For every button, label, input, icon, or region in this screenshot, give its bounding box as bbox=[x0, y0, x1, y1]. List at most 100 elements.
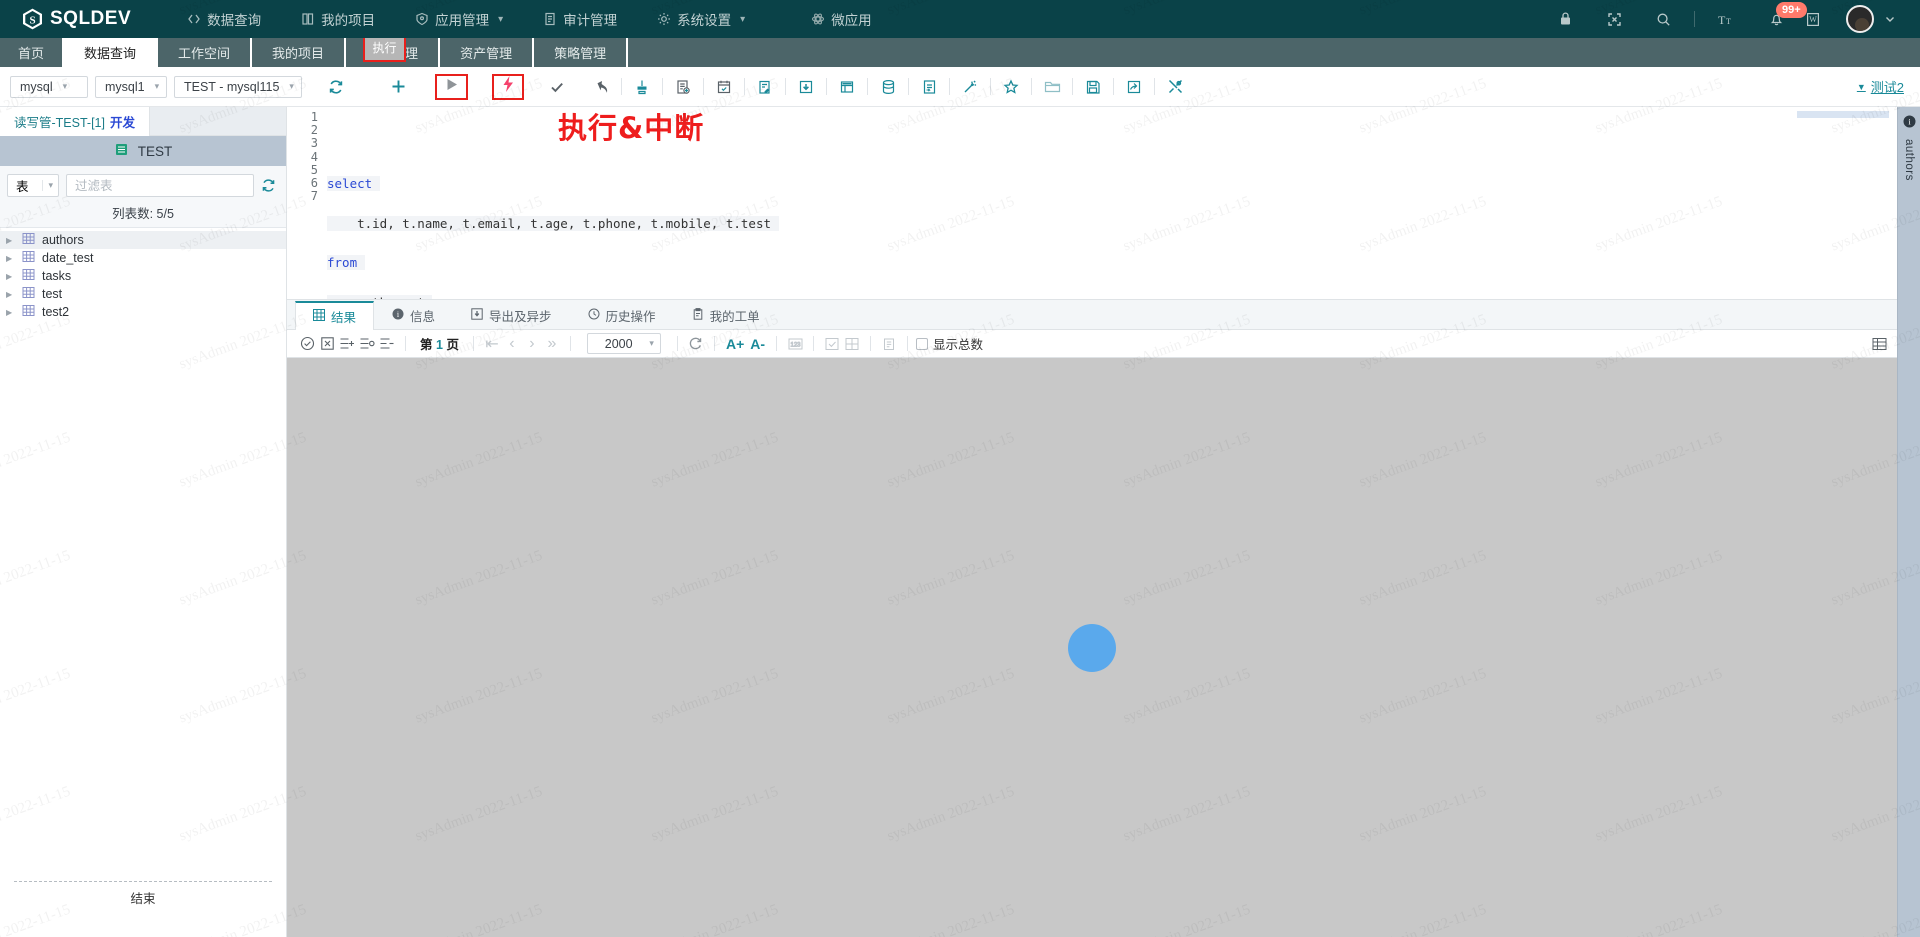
table-label: test2 bbox=[42, 305, 70, 319]
instance-select[interactable]: mysql1 ▾ bbox=[95, 75, 167, 98]
table-node-test[interactable]: ▶ test bbox=[0, 285, 286, 303]
tools-icon[interactable] bbox=[1162, 74, 1188, 100]
number-icon[interactable]: 123 bbox=[785, 334, 805, 354]
run-button[interactable] bbox=[435, 73, 468, 100]
stop-button[interactable] bbox=[492, 73, 524, 100]
font-size-icon[interactable]: T T bbox=[1701, 12, 1752, 27]
chevron-right-icon[interactable]: ▶ bbox=[6, 254, 15, 263]
save-icon[interactable] bbox=[1080, 74, 1106, 100]
topnav-item-data-query[interactable]: 数据查询 bbox=[167, 0, 281, 38]
first-page-icon[interactable]: ⇤ bbox=[482, 334, 502, 354]
result-tab-history[interactable]: 历史操作 bbox=[569, 300, 674, 329]
database-select[interactable]: TEST - mysql115 ▾ bbox=[174, 75, 302, 98]
topnav-item-system-settings[interactable]: 系统设置 ▾ bbox=[637, 0, 765, 38]
topnav-item-micro-app[interactable]: 微应用 bbox=[791, 0, 892, 38]
code-line-text: select bbox=[327, 176, 373, 191]
app-logo[interactable]: S SQLDEV bbox=[0, 8, 149, 30]
script-icon[interactable] bbox=[916, 74, 942, 100]
sql-editor[interactable]: 1 2 3 4 5 6 7 select t.id, t.name, t.ema… bbox=[287, 107, 1897, 300]
font-decrease-button[interactable]: A- bbox=[747, 336, 768, 352]
refresh-icon[interactable] bbox=[686, 334, 706, 354]
topnav-item-audit-management[interactable]: 审计管理 bbox=[523, 0, 637, 38]
download-icon[interactable] bbox=[793, 74, 819, 100]
prev-page-icon[interactable]: ‹ bbox=[502, 334, 522, 354]
last-page-icon[interactable]: » bbox=[542, 334, 562, 354]
topnav-item-app-management[interactable]: 应用管理 ▾ bbox=[395, 0, 523, 38]
bell-icon[interactable]: 99+ bbox=[1752, 2, 1807, 27]
result-tab-export-async[interactable]: 导出及异步 bbox=[453, 300, 570, 329]
plan-icon[interactable] bbox=[711, 74, 737, 100]
doc-icon[interactable]: W bbox=[1801, 11, 1838, 28]
result-tab-my-tickets[interactable]: 我的工单 bbox=[673, 300, 778, 329]
page-tab-my-projects[interactable]: 我的项目 bbox=[252, 38, 347, 67]
divider bbox=[867, 78, 868, 95]
result-tab-results[interactable]: 结果 bbox=[295, 301, 375, 330]
grid-icon bbox=[313, 309, 325, 324]
info-icon[interactable]: i bbox=[1903, 115, 1916, 133]
divider bbox=[676, 336, 678, 351]
page-tab-asset-management[interactable]: 资产管理 bbox=[440, 38, 535, 67]
result-tab-info[interactable]: i 信息 bbox=[374, 300, 454, 329]
refresh-icon[interactable] bbox=[323, 74, 349, 100]
grid-view-icon[interactable] bbox=[1872, 337, 1887, 351]
page-tab-home[interactable]: 首页 bbox=[0, 38, 64, 67]
select-icon[interactable] bbox=[822, 334, 842, 354]
delete-row-icon[interactable] bbox=[377, 334, 397, 354]
datasource-select[interactable]: mysql ▾ bbox=[10, 75, 88, 98]
table-node-authors[interactable]: ▶ authors bbox=[0, 231, 286, 249]
avatar[interactable] bbox=[1846, 5, 1874, 33]
font-increase-button[interactable]: A+ bbox=[723, 336, 747, 352]
magic-icon[interactable] bbox=[957, 74, 983, 100]
page-tab-policy-management[interactable]: 策略管理 bbox=[534, 38, 629, 67]
connection-tab[interactable]: 读写管-TEST-[1] 开发 bbox=[0, 107, 150, 136]
db-export-icon[interactable] bbox=[834, 74, 860, 100]
chevron-right-icon[interactable]: ▶ bbox=[6, 272, 15, 281]
topnav-item-my-projects[interactable]: 我的项目 bbox=[281, 0, 395, 38]
chevron-right-icon[interactable]: ▶ bbox=[6, 236, 15, 245]
show-total-checkbox[interactable]: 显示总数 bbox=[916, 334, 983, 353]
lock-icon[interactable] bbox=[1541, 11, 1590, 27]
page-size-select[interactable]: 2000 ▾ bbox=[586, 333, 661, 354]
plus-icon[interactable] bbox=[385, 74, 411, 100]
refresh-icon[interactable] bbox=[261, 178, 279, 193]
table-filter-input[interactable] bbox=[66, 174, 254, 197]
page-tab-data-query[interactable]: 数据查询 bbox=[64, 38, 159, 67]
folder-icon[interactable] bbox=[1039, 74, 1065, 100]
editor-minimap[interactable] bbox=[1797, 111, 1889, 118]
copy-row-icon[interactable] bbox=[357, 334, 377, 354]
template-icon[interactable] bbox=[752, 74, 778, 100]
commit-icon[interactable] bbox=[297, 334, 317, 354]
app-brand-name: SQLDEV bbox=[50, 8, 132, 29]
next-page-icon[interactable]: › bbox=[522, 334, 542, 354]
table-node-test2[interactable]: ▶ test2 bbox=[0, 303, 286, 321]
rollback-icon[interactable] bbox=[317, 334, 337, 354]
star-icon[interactable] bbox=[998, 74, 1024, 100]
table-label: date_test bbox=[42, 251, 94, 265]
chevron-right-icon[interactable]: ▶ bbox=[6, 290, 15, 299]
right-rail-label[interactable]: authors bbox=[1903, 139, 1915, 181]
db-stack-icon[interactable] bbox=[875, 74, 901, 100]
undo-icon[interactable] bbox=[588, 74, 614, 100]
table-node-date-test[interactable]: ▶ date_test bbox=[0, 249, 286, 267]
check-icon[interactable] bbox=[544, 74, 570, 100]
divider bbox=[569, 336, 571, 351]
object-type-select[interactable]: 表 ▾ bbox=[7, 174, 59, 197]
chevron-right-icon[interactable]: ▶ bbox=[6, 308, 15, 317]
table-node-tasks[interactable]: ▶ tasks bbox=[0, 267, 286, 285]
format-icon[interactable] bbox=[629, 74, 655, 100]
add-row-icon[interactable] bbox=[337, 334, 357, 354]
search-icon[interactable] bbox=[1639, 12, 1688, 27]
checkbox-box[interactable] bbox=[916, 337, 929, 350]
mask-icon[interactable] bbox=[842, 334, 862, 354]
database-value: TEST - mysql115 bbox=[184, 79, 280, 94]
chevron-down-icon[interactable] bbox=[1874, 13, 1902, 25]
fullscreen-icon[interactable] bbox=[1590, 12, 1639, 27]
browse-link[interactable]: ▼ 测试2 bbox=[1857, 77, 1910, 96]
clipboard-icon[interactable] bbox=[879, 334, 899, 354]
main-body: 读写管-TEST-[1] 开发 TEST 表 ▾ 过滤表 列表数: 5/5 ▶ … bbox=[0, 107, 1920, 937]
export-icon[interactable] bbox=[1121, 74, 1147, 100]
connection-tab-env: 开发 bbox=[109, 116, 135, 130]
explain-icon[interactable] bbox=[670, 74, 696, 100]
page-tab-workspace[interactable]: 工作空间 bbox=[158, 38, 253, 67]
audit-icon bbox=[543, 12, 557, 26]
